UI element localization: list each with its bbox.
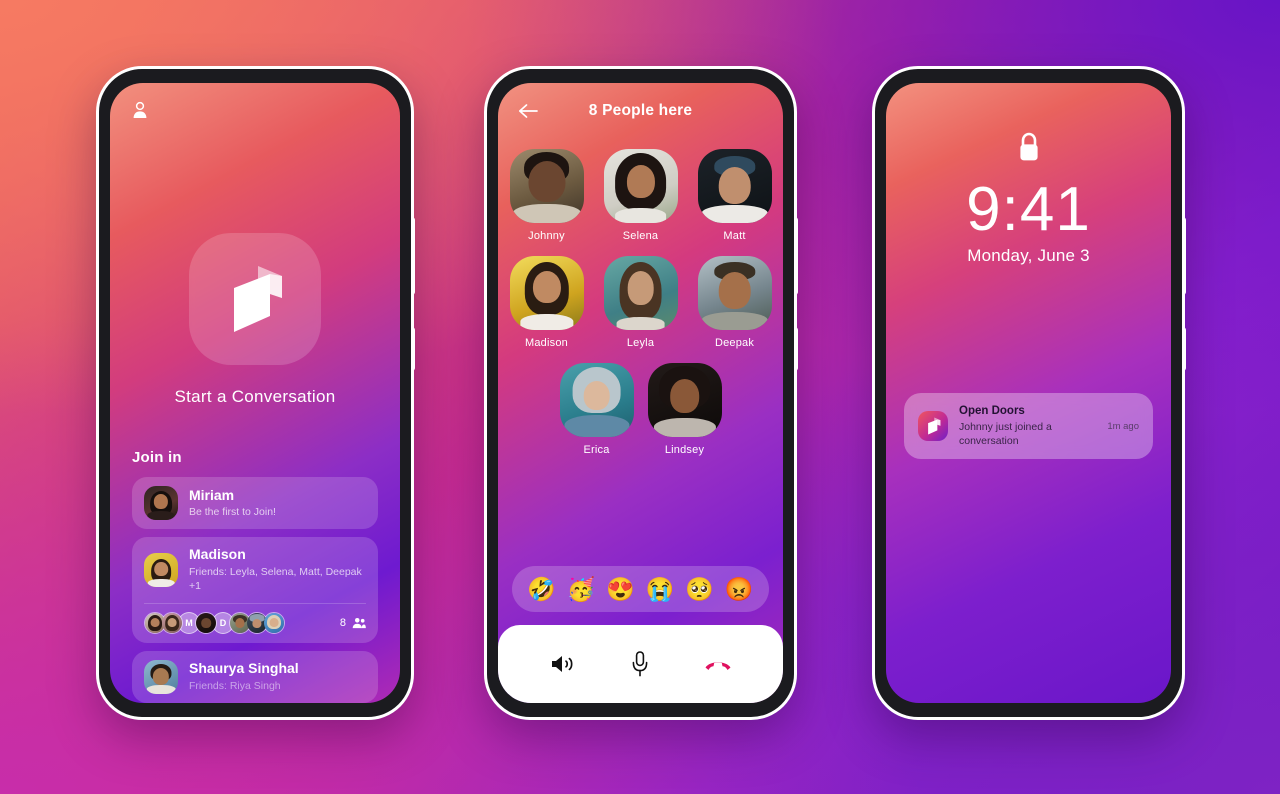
speaker-icon [551,656,573,672]
phone-conversation-room: 8 People here Johnny Selena Matt Madison… [484,66,798,720]
join-card-name: Shaurya Singhal [189,660,299,677]
participant-madison[interactable]: Madison [509,256,584,349]
join-card-miriam[interactable]: Miriam Be the first to Join! [132,477,378,530]
participant-name: Johnny [528,230,565,242]
join-card-madison[interactable]: Madison Friends: Leyla, Selena, Matt, De… [132,537,378,643]
participant-johnny[interactable]: Johnny [509,149,584,242]
hero-label: Start a Conversation [174,387,336,406]
join-card-subtitle: Friends: Riya Singh [189,679,281,692]
avatar [559,363,634,437]
reaction-partying[interactable]: 🥳 [567,577,596,601]
avatar [697,149,772,223]
screen-room: 8 People here Johnny Selena Matt Madison… [498,83,783,703]
participants-grid: Johnny Selena Matt Madison Leyla Deepak … [509,149,772,470]
phone-home-screen: Start a Conversation Join in Miriam Be t… [96,66,415,720]
avatar [144,486,178,521]
lock-icon [1019,132,1038,161]
reaction-sobbing[interactable]: 😭 [646,577,675,601]
end-call-button[interactable] [695,647,741,681]
join-in-title: Join in [132,449,182,467]
avatar [647,363,722,437]
participant-name: Deepak [714,337,755,349]
lock-time: 9:41 [966,175,1091,244]
app-icon [918,411,948,442]
start-conversation-button[interactable] [189,233,321,365]
participant-name: Madison [525,337,568,349]
lock-info: 9:41 Monday, June 3 [886,83,1171,266]
stack-avatar[interactable] [195,612,217,634]
volume-button[interactable] [411,217,415,295]
participant-lindsey[interactable]: Lindsey [647,363,722,456]
participant-name: Lindsey [664,444,705,456]
speaker-button[interactable] [540,647,586,681]
avatar [509,256,584,330]
notification-app-name: Open Doors [959,405,1025,417]
participant-selena[interactable]: Selena [603,149,678,242]
join-card-name: Madison [189,546,246,563]
join-in-section: Join in Miriam Be the first to Join! Mad… [132,449,378,703]
power-button[interactable] [794,327,798,371]
profile-button[interactable] [132,101,148,119]
participant-name: Erica [583,444,610,456]
hero: Start a Conversation [110,233,400,407]
participant-name: Matt [723,230,746,242]
microphone-icon [633,651,648,677]
room-title: 8 People here [588,102,693,119]
participants-row: Madison Leyla Deepak [509,256,772,349]
participant-name: Selena [622,230,659,242]
microphone-button[interactable] [617,647,663,681]
notification-message: Johnny just joined a conversation [959,420,1052,448]
participant-count-value: 8 [339,617,346,629]
join-card-subtitle: Be the first to Join! [189,506,276,519]
participant-count: 8 [340,617,366,629]
end-call-icon [705,662,731,670]
avatar [697,256,772,330]
notification-time: 1m ago [1107,420,1139,432]
avatar [603,149,678,223]
join-card-name: Miriam [189,486,235,503]
reaction-heart-eyes[interactable]: 😍 [606,577,635,601]
power-button[interactable] [1182,327,1186,371]
participant-matt[interactable]: Matt [697,149,772,242]
open-doors-logo [927,417,940,435]
volume-button[interactable] [794,217,798,295]
call-controls-bar [498,625,783,703]
participant-leyla[interactable]: Leyla [603,256,678,349]
phone-lock-screen: 9:41 Monday, June 3 Open Doors Johnny ju… [872,66,1186,720]
reactions-bar: 🤣 🥳 😍 😭 🥺 😡 [512,566,769,612]
reaction-angry[interactable]: 😡 [725,577,754,601]
participant-stack: M D 8 [144,603,366,634]
open-doors-logo [234,266,282,332]
people-icon [352,618,366,629]
notification-card[interactable]: Open Doors Johnny just joined a conversa… [904,393,1153,460]
notification-body: Open Doors Johnny just joined a conversa… [959,404,1096,448]
person-icon [133,101,147,118]
avatar [144,660,178,694]
back-arrow-icon[interactable] [518,103,538,119]
room-header: 8 People here [498,97,783,125]
screen-lock: 9:41 Monday, June 3 Open Doors Johnny ju… [886,83,1171,703]
avatar [509,149,584,223]
screen-home: Start a Conversation Join in Miriam Be t… [110,83,400,703]
participant-deepak[interactable]: Deepak [697,256,772,349]
join-card-subtitle: Friends: Leyla, Selena, Matt, Deepak +1 [189,565,362,593]
power-button[interactable] [411,327,415,371]
participants-row: Johnny Selena Matt [509,149,772,242]
avatar [144,553,178,588]
avatar [603,256,678,330]
participants-row: Erica Lindsey [512,363,769,456]
join-card-shaurya[interactable]: Shaurya Singhal Friends: Riya Singh [132,651,378,703]
reaction-laughing[interactable]: 🤣 [527,577,556,601]
stack-avatar[interactable] [263,612,285,634]
participant-erica[interactable]: Erica [559,363,634,456]
participant-name: Leyla [626,337,655,349]
volume-button[interactable] [1182,217,1186,295]
stack-avatar[interactable] [161,612,183,634]
reaction-pleading[interactable]: 🥺 [685,577,714,601]
lock-date: Monday, June 3 [967,246,1090,266]
